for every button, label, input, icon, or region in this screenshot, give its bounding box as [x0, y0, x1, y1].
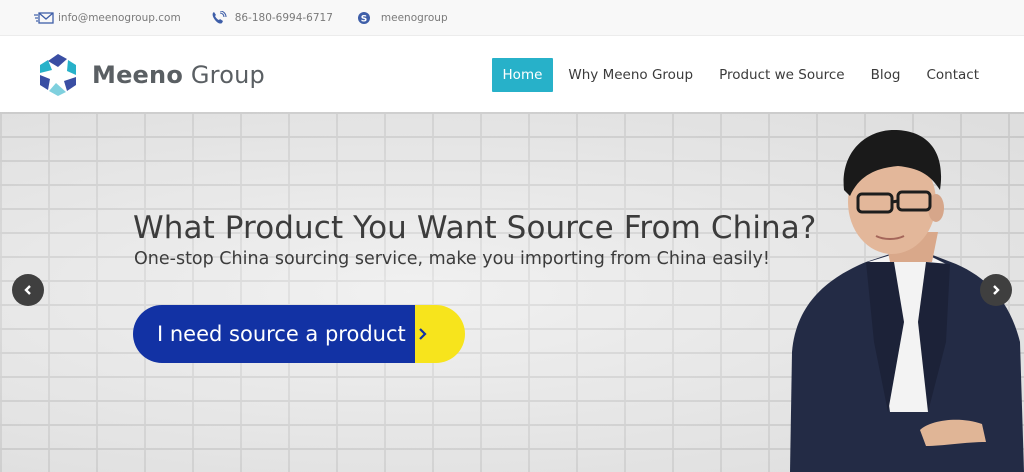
skype-text[interactable]: meenogroup: [381, 12, 448, 24]
nav-item-contact[interactable]: Contact: [915, 58, 990, 92]
nav-item-blog[interactable]: Blog: [860, 58, 912, 92]
main-nav: Home Why Meeno Group Product we Source B…: [488, 58, 990, 92]
logo-mark-icon: [39, 53, 77, 97]
chevron-right-icon: [993, 285, 1000, 295]
email-text[interactable]: info@meenogroup.com: [58, 12, 181, 24]
logo-text: Meeno Group: [92, 61, 265, 89]
hero-title: What Product You Want Source From China?: [133, 210, 817, 246]
slider-prev-button[interactable]: [12, 274, 44, 306]
phone-contact[interactable]: 86-180-6994-6717: [211, 10, 333, 25]
skype-icon: S: [357, 11, 381, 25]
email-icon: [34, 11, 58, 25]
logo-name-light: Group: [190, 61, 265, 89]
nav-item-home[interactable]: Home: [491, 58, 554, 92]
hero-slider: What Product You Want Source From China?…: [0, 112, 1024, 472]
nav-item-why-meeno-group[interactable]: Why Meeno Group: [557, 58, 704, 92]
svg-text:S: S: [361, 14, 367, 24]
chevron-right-icon: [415, 305, 465, 363]
site-logo[interactable]: Meeno Group: [34, 51, 274, 99]
logo-name-strong: Meeno: [92, 61, 184, 89]
source-product-button[interactable]: I need source a product: [133, 305, 465, 363]
phone-icon: [211, 10, 235, 25]
skype-contact[interactable]: S meenogroup: [357, 11, 448, 25]
slider-next-button[interactable]: [980, 274, 1012, 306]
cta-label: I need source a product: [133, 305, 415, 363]
email-contact[interactable]: info@meenogroup.com: [34, 11, 181, 25]
chevron-left-icon: [24, 285, 31, 295]
contact-bar: info@meenogroup.com 86-180-6994-6717 S m…: [0, 0, 1024, 36]
phone-text[interactable]: 86-180-6994-6717: [235, 12, 333, 24]
nav-item-product-we-source[interactable]: Product we Source: [708, 58, 856, 92]
hero-subtitle: One-stop China sourcing service, make yo…: [134, 249, 770, 269]
site-header: Meeno Group Home Why Meeno Group Product…: [0, 37, 1024, 112]
